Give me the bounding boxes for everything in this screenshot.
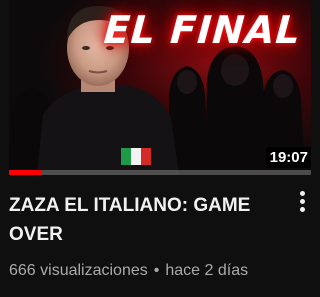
watch-progress-bar [9, 170, 311, 175]
more-options-button[interactable] [294, 189, 310, 221]
video-card[interactable]: EL FINAL 19:07 ZAZA EL ITALIANO: GAME OV… [0, 0, 311, 297]
duration-badge: 19:07 [265, 147, 311, 168]
watch-progress-fill [9, 170, 43, 175]
video-thumbnail[interactable]: EL FINAL 19:07 [9, 0, 311, 175]
italy-flag-icon [121, 148, 151, 165]
view-count: 666 visualizaciones [9, 262, 148, 279]
video-title[interactable]: ZAZA EL ITALIANO: GAME OVER [9, 191, 279, 249]
thumbnail-headline: EL FINAL [102, 8, 303, 52]
meta-separator: • [153, 262, 160, 279]
video-metadata: 666 visualizaciones • hace 2 días [9, 262, 248, 280]
upload-age: hace 2 días [165, 262, 249, 279]
